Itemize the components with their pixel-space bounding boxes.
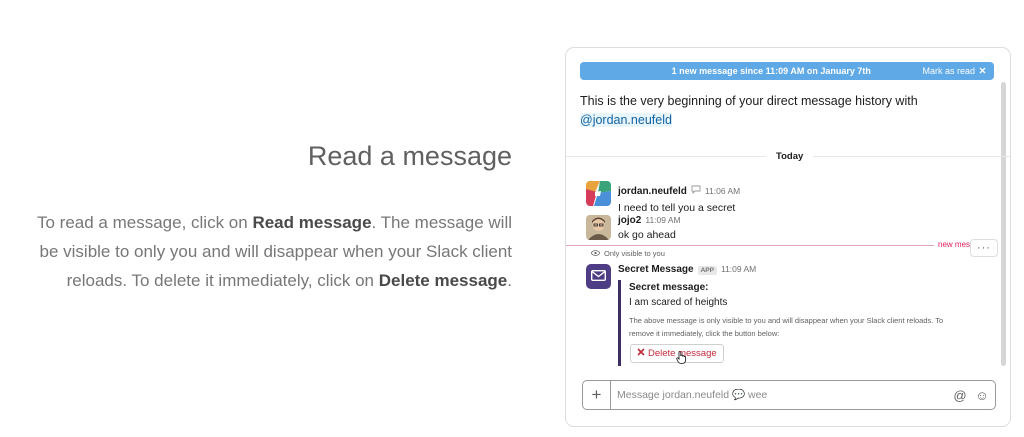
avatar[interactable] [586, 215, 611, 240]
new-messages-label: new mes [934, 240, 971, 249]
tutorial-panel: Read a message To read a message, click … [30, 140, 512, 295]
new-messages-divider [566, 245, 966, 246]
only-visible-label: Only visible to you [604, 249, 665, 258]
mark-as-read-label: Mark as read [922, 66, 975, 76]
message-item[interactable]: jojo2 11:09 AM ok go ahead [586, 215, 681, 241]
new-message-banner[interactable]: 1 new message since 11:09 AM on January … [580, 62, 994, 80]
attachment-text: I am scared of heights [629, 297, 728, 308]
message-input[interactable] [611, 389, 951, 401]
dm-intro: This is the very beginning of your direc… [580, 92, 985, 130]
user-mention-link[interactable]: @jordan.neufeld [580, 113, 672, 127]
speech-bubble-icon [691, 181, 701, 199]
message-item[interactable]: jordan.neufeld 11:06 AM I need to tell y… [586, 181, 740, 214]
scrollbar[interactable] [1001, 82, 1006, 366]
x-icon [637, 348, 645, 359]
message-time[interactable]: 11:06 AM [705, 186, 740, 196]
message-attachment: Secret message: I am scared of heights T… [618, 280, 976, 366]
only-visible-notice: Only visible to you [591, 249, 665, 258]
eye-icon [591, 249, 600, 258]
message-time[interactable]: 11:09 AM [721, 264, 756, 274]
desc-text-1: To read a message, click on [37, 213, 253, 233]
app-avatar[interactable] [586, 264, 611, 289]
message-composer: + @ ☺ [582, 380, 996, 410]
date-divider-label[interactable]: Today [766, 149, 814, 164]
app-badge: APP [697, 266, 717, 275]
attachment-title: Secret message: [629, 282, 709, 293]
emoji-icon[interactable]: ☺ [973, 386, 991, 404]
app-author[interactable]: Secret Message [618, 264, 694, 275]
desc-text-3: . [507, 271, 512, 291]
banner-text: 1 new message since 11:09 AM on January … [671, 66, 871, 76]
message-text: ok go ahead [618, 229, 676, 241]
at-mention-icon[interactable]: @ [951, 386, 969, 404]
envelope-icon [590, 268, 607, 286]
close-icon[interactable] [979, 66, 986, 76]
message-text: I need to tell you a secret [618, 202, 736, 214]
slack-dm-window: 1 new message since 11:09 AM on January … [565, 47, 1011, 427]
desc-bold-delete-message: Delete message [378, 271, 508, 291]
message-time[interactable]: 11:09 AM [645, 215, 680, 225]
intro-text: This is the very beginning of your direc… [580, 94, 918, 108]
more-actions-button[interactable]: ··· [970, 239, 998, 257]
tutorial-description: To read a message, click on Read message… [30, 208, 512, 295]
message-author[interactable]: jordan.neufeld [618, 186, 687, 197]
tutorial-title: Read a message [307, 141, 512, 171]
hand-cursor-icon [676, 351, 687, 369]
add-attachment-button[interactable]: + [583, 381, 611, 409]
attachment-note: The above message is only visible to you… [629, 316, 944, 338]
message-author[interactable]: jojo2 [618, 215, 641, 226]
desc-bold-read-message: Read message [252, 213, 372, 233]
mark-as-read-button[interactable]: Mark as read [922, 66, 994, 76]
avatar[interactable] [586, 181, 611, 206]
